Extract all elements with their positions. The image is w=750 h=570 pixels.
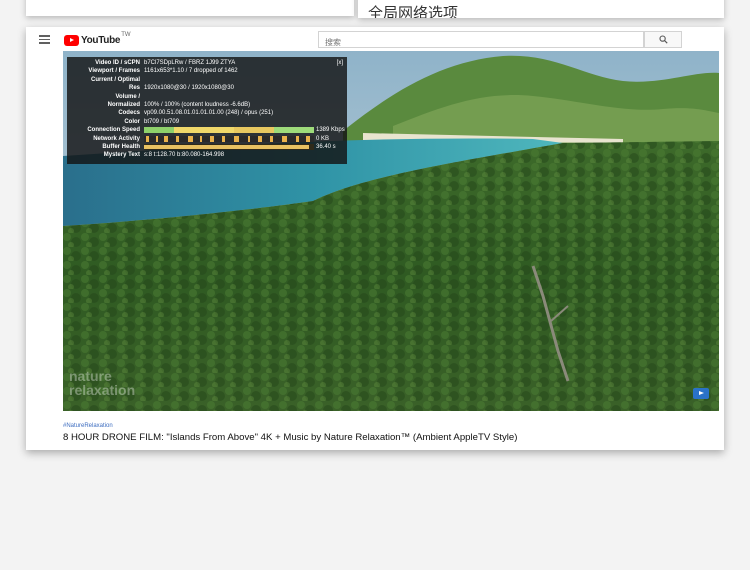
menu-icon[interactable]	[39, 35, 50, 44]
search-box	[318, 31, 644, 50]
stats-for-nerds-panel: [x] Video ID / sCPN b7Cl7SDpLRw / FBRZ 1J…	[67, 57, 347, 164]
stats-row: Volume /	[115, 93, 140, 100]
youtube-window: YouTube TW 搜索 [x] Video ID / sCPN b7Cl7S…	[26, 27, 724, 450]
stats-row: Res 1920x1080@30 / 1920x1080@30	[128, 85, 234, 92]
youtube-play-icon	[64, 34, 79, 46]
stats-row: Color bt709 / bt709	[124, 118, 180, 125]
background-card-left	[26, 0, 354, 16]
stats-row: Codecs vp09.00.51.08.01.01.01.01.00 (248)…	[118, 110, 274, 117]
network-options-title: 全局网络选项	[368, 4, 459, 18]
search-input[interactable]	[319, 35, 625, 50]
channel-watermark: nature relaxation	[69, 368, 136, 398]
stats-close-button[interactable]: [x]	[337, 59, 343, 67]
youtube-logo[interactable]: YouTube TW	[64, 32, 131, 47]
stats-row: Normalized 100% / 100% (content loudness …	[107, 102, 251, 109]
stats-row: Network Activity 0 KB	[93, 135, 330, 142]
youtube-header: YouTube TW	[26, 27, 724, 53]
search-icon	[659, 35, 668, 44]
stats-row: Mystery Text s:8 t:128.70 b:80.080-164.99…	[103, 152, 225, 159]
stats-row: Viewport / Frames 1161x653*1.10 / 7 dropp…	[88, 68, 238, 75]
stats-row: Connection Speed 1389 Kbps	[87, 127, 345, 134]
network-activity-graph	[144, 135, 314, 142]
stats-row: Video ID / sCPN b7Cl7SDpLRw / FBRZ 1J99 Z…	[95, 60, 236, 66]
search-button[interactable]	[644, 31, 682, 48]
logo-region: TW	[121, 32, 131, 38]
connection-speed-graph	[144, 127, 314, 134]
channel-branding-icon[interactable]	[693, 388, 709, 399]
stats-row: Current / Optimal	[90, 76, 140, 83]
background-card-network-options: 全局网络选项	[358, 0, 724, 18]
logo-text: YouTube	[81, 34, 121, 46]
buffer-health-graph	[144, 144, 314, 151]
video-title: 8 HOUR DRONE FILM: "Islands From Above" …	[63, 432, 518, 443]
stats-row: Buffer Health 36.40 s	[102, 144, 336, 151]
hashtag-link[interactable]: #NatureRelaxation	[63, 423, 113, 429]
video-player[interactable]: [x] Video ID / sCPN b7Cl7SDpLRw / FBRZ 1J…	[63, 51, 719, 411]
